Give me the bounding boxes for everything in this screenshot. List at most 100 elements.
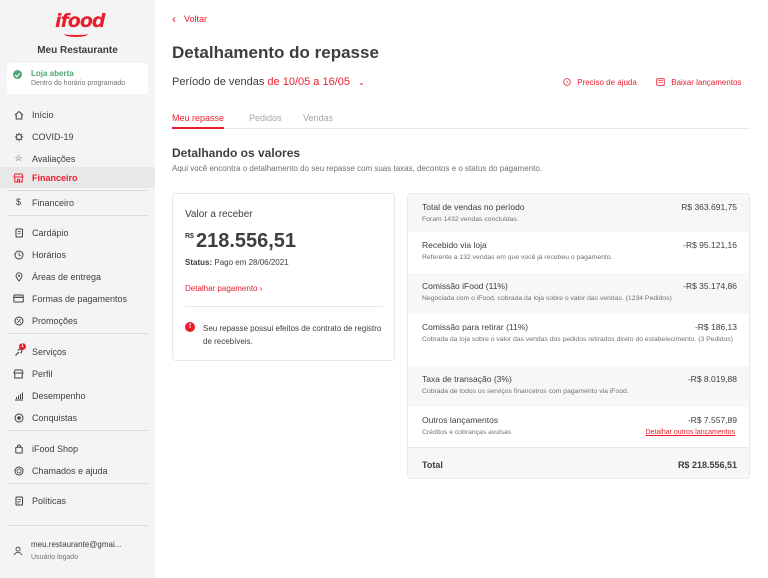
download-label: Baixar lançamentos	[671, 78, 742, 87]
breakdown-row: Total de vendas no período R$ 363.691,75…	[408, 194, 749, 232]
profile-store-icon	[13, 368, 24, 379]
amount-number: 218.556,51	[195, 230, 297, 252]
breakdown-row: Taxa de transação (3%) -R$ 8.019,88 Cobr…	[408, 366, 749, 407]
sidebar-item-formas-pagamento[interactable]: Formas de pagamentos	[0, 288, 155, 309]
download-entries-link[interactable]: Baixar lançamentos	[656, 78, 742, 87]
detail-payment-link[interactable]: Detalhar pagamento ›	[185, 284, 262, 293]
store-icon	[13, 172, 24, 183]
row-value: R$ 363.691,75	[681, 202, 737, 212]
sidebar-item-desempenho[interactable]: Desempenho	[0, 385, 155, 406]
row-description: Negociada com o iFood, cobrada da loja s…	[422, 295, 672, 302]
page-title: Detalhamento do repasse	[172, 43, 379, 62]
tab-meu-repasse[interactable]: Meu repasse	[172, 113, 225, 129]
sidebar-item-avaliacoes[interactable]: ☆ Avaliações	[0, 148, 155, 169]
tab-bar: Meu repasse Pedidos Vendas	[172, 113, 750, 129]
store-status-card[interactable]: Loja aberta Dentro do horário programado	[7, 63, 148, 94]
services-icon: 1	[13, 343, 26, 357]
sidebar-item-label: iFood Shop	[32, 443, 79, 454]
card-divider	[185, 306, 383, 307]
tab-pedidos[interactable]: Pedidos	[249, 113, 282, 129]
sidebar-item-conquistas[interactable]: Conquistas	[0, 407, 155, 428]
sidebar-item-label: Serviços	[32, 346, 67, 357]
payment-status: Status: Pago em 28/06/2021	[185, 258, 289, 267]
breakdown-total-row: Total R$ 218.556,51	[408, 447, 749, 478]
back-link[interactable]: ‹ Voltar	[172, 12, 207, 26]
tab-vendas[interactable]: Vendas	[303, 113, 333, 129]
ifood-logo[interactable]: ifood	[55, 10, 105, 37]
sidebar-item-ifood-shop[interactable]: iFood Shop	[0, 438, 155, 459]
total-value: R$ 218.556,51	[677, 460, 737, 470]
sidebar-item-label: Perfil	[32, 368, 53, 379]
sidebar-divider	[7, 215, 148, 216]
amount-label: Valor a receber	[185, 209, 253, 220]
receivables-warning: Seu repasse possui efeitos de contrato d…	[203, 324, 382, 346]
sidebar-item-horarios[interactable]: Horários	[0, 244, 155, 265]
help-link[interactable]: ? Preciso de ajuda	[563, 78, 637, 87]
row-label: Taxa de transação (3%)	[422, 374, 512, 384]
store-status-title: Loja aberta	[31, 69, 74, 78]
detail-other-entries-link[interactable]: Detalhar outros lançamentos	[646, 429, 736, 436]
sidebar-divider	[7, 525, 148, 526]
breakdown-row: Recebido via loja -R$ 95.121,16 Referent…	[408, 232, 749, 273]
alert-icon: !	[185, 322, 195, 332]
period-dates: de 10/05 a 16/05	[267, 76, 350, 88]
sidebar-item-label: Áreas de entrega	[32, 271, 102, 282]
sidebar-item-cardapio[interactable]: Cardápio	[0, 222, 155, 243]
sidebar-divider	[7, 333, 148, 334]
row-description: Foram 1432 vendas concluídas.	[422, 216, 519, 223]
period-label: Período de vendas	[172, 76, 265, 88]
sidebar-item-financeiro[interactable]: $ Financeiro	[0, 192, 155, 213]
sidebar-item-label: Cardápio	[32, 227, 69, 238]
section-title: Detalhando os valores	[172, 146, 301, 160]
sidebar: ifood Meu Restaurante Loja aberta Dentro…	[0, 0, 155, 578]
sidebar-item-areas-entrega[interactable]: Áreas de entrega	[0, 266, 155, 287]
sidebar-divider	[7, 483, 148, 484]
menu-book-icon	[13, 227, 24, 238]
covid-icon	[13, 131, 24, 142]
chevron-right-icon: ›	[259, 284, 263, 293]
sidebar-item-promocoes[interactable]: Promoções	[0, 310, 155, 331]
sidebar-item-covid[interactable]: COVID-19	[0, 126, 155, 147]
sidebar-item-perfil[interactable]: Perfil	[0, 363, 155, 384]
total-label: Total	[422, 460, 443, 470]
notification-badge: 1	[19, 343, 26, 350]
user-email: meu.restaurante@gmai...	[31, 540, 122, 549]
sidebar-item-label: Formas de pagamentos	[32, 293, 128, 304]
row-description: Referente a 132 vendas em que você já re…	[422, 254, 613, 261]
breakdown-row: Outros lançamentos -R$ 7.557,89 Créditos…	[408, 407, 749, 447]
store-status-subtitle: Dentro do horário programado	[31, 80, 126, 87]
sidebar-item-inicio[interactable]: Início	[0, 104, 155, 125]
help-chat-icon	[13, 465, 24, 476]
breakdown-row: Comissão iFood (11%) -R$ 35.174,86 Negoc…	[408, 273, 749, 314]
sidebar-item-financeiro-store[interactable]: Financeiro	[0, 167, 155, 188]
sidebar-item-label: Desempenho	[32, 390, 86, 401]
store-name: Meu Restaurante	[37, 45, 118, 56]
sidebar-item-servicos[interactable]: 1 Serviços	[0, 341, 155, 362]
chevron-left-icon: ‹	[172, 12, 176, 26]
section-subtitle: Aqui você encontra o detalhamento do seu…	[172, 164, 543, 173]
row-value: -R$ 35.174,86	[683, 281, 737, 291]
row-label: Recebido via loja	[422, 240, 487, 250]
user-icon	[13, 546, 23, 558]
clock-icon	[13, 249, 24, 260]
user-status: Usuário logado	[31, 554, 79, 561]
period-selector[interactable]: Período de vendas de 10/05 a 16/05 ⌄	[172, 76, 365, 88]
row-description: Cobrada de todos os serviços financeiros…	[422, 388, 629, 395]
sidebar-item-label: Horários	[32, 249, 67, 260]
chart-icon	[13, 390, 24, 401]
home-icon	[13, 109, 24, 120]
sidebar-item-politicas[interactable]: Políticas	[0, 490, 155, 511]
sidebar-item-chamados-ajuda[interactable]: Chamados e ajuda	[0, 460, 155, 481]
chevron-down-icon: ⌄	[358, 78, 365, 87]
receipt-icon	[656, 78, 667, 87]
row-value: -R$ 95.121,16	[683, 240, 737, 250]
credit-card-icon	[13, 293, 24, 304]
payout-breakdown-card: Total de vendas no período R$ 363.691,75…	[407, 193, 750, 479]
row-label: Comissão para retirar (11%)	[422, 322, 529, 332]
medal-icon	[13, 412, 24, 423]
help-label: Preciso de ajuda	[577, 78, 637, 87]
check-circle-icon	[13, 70, 22, 79]
row-value: -R$ 8.019,88	[687, 374, 737, 384]
row-value: -R$ 186,13	[694, 322, 737, 332]
amount-value: R$ 218.556,51	[185, 230, 296, 253]
